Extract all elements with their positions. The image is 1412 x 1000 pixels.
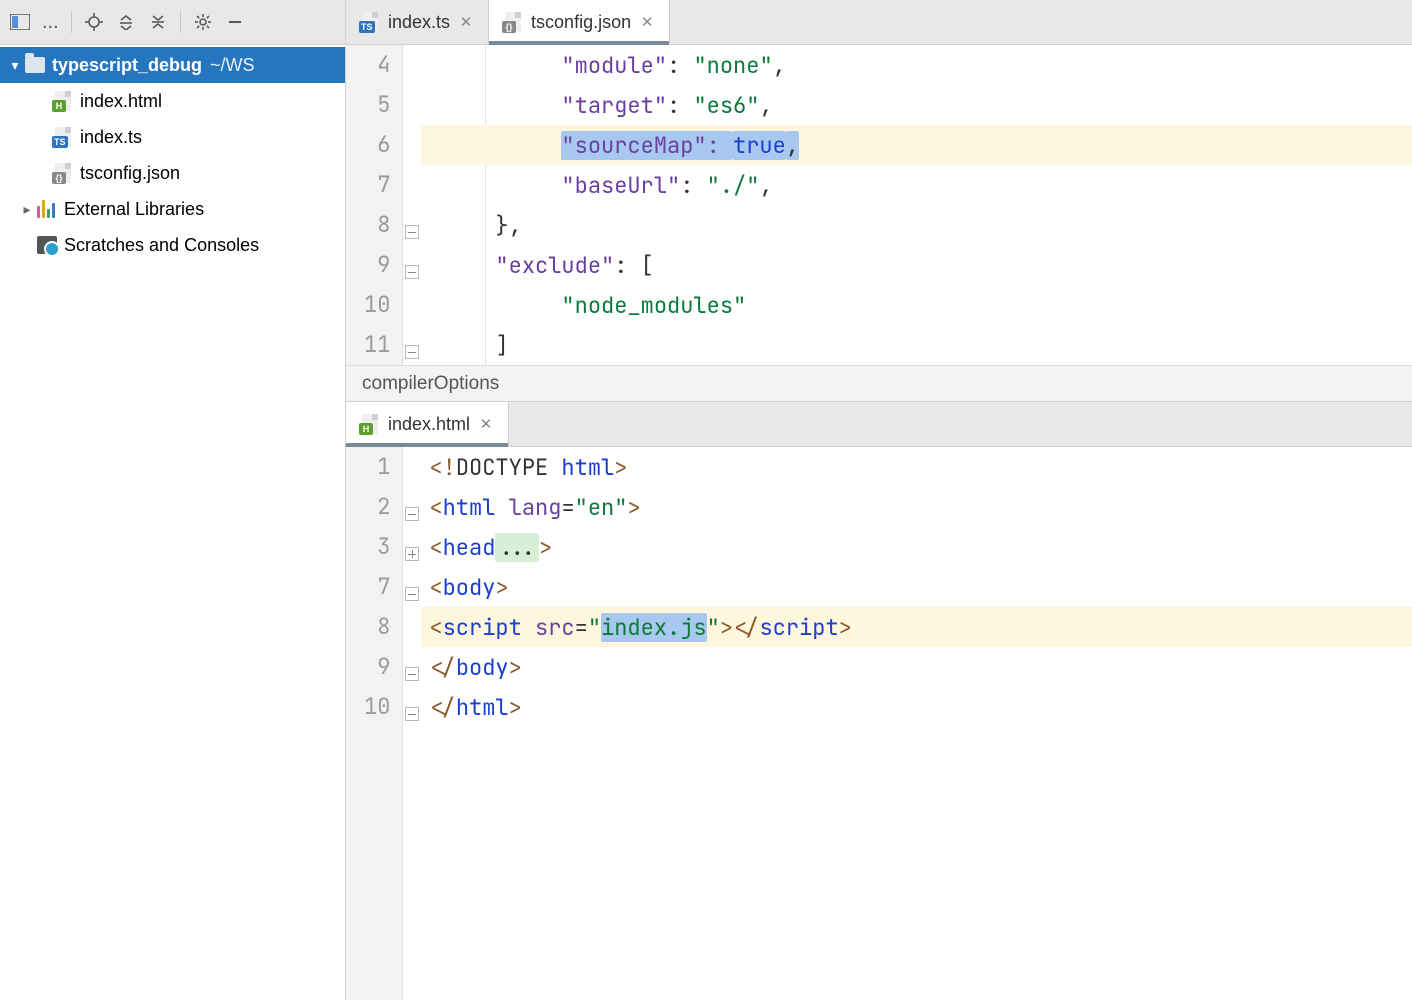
line-number: 8 — [364, 205, 390, 245]
code-editor-bottom[interactable]: 12378910 <!DOCTYPE html> <html lang="en">… — [346, 447, 1412, 1000]
fold-toggle-icon[interactable] — [405, 667, 419, 681]
line-number: 9 — [364, 647, 390, 687]
project-view-icon[interactable] — [6, 8, 34, 36]
gutter: 4567891011 — [346, 45, 403, 365]
more-dots[interactable]: ... — [38, 11, 63, 34]
editor-tabs-top: TS index.ts ✕ {} tsconfig.json ✕ — [346, 0, 1412, 45]
code-line[interactable]: "sourceMap": true, — [421, 131, 799, 160]
code-line[interactable]: <script src="index.js"></script> — [421, 613, 851, 642]
chevron-right-icon[interactable]: ▸ — [18, 201, 36, 218]
expand-all-icon[interactable] — [112, 8, 140, 36]
project-path: ~/WS — [210, 55, 255, 76]
ts-file-icon: TS — [360, 12, 380, 32]
close-icon[interactable]: ✕ — [458, 14, 474, 30]
tree-item-label: index.ts — [80, 127, 142, 148]
fold-column[interactable] — [403, 45, 421, 365]
tree-item-label: External Libraries — [64, 199, 204, 220]
code-line[interactable]: <body> — [421, 573, 508, 602]
line-number: 7 — [364, 567, 390, 607]
code-line[interactable]: ] — [421, 331, 508, 360]
close-icon[interactable]: ✕ — [478, 416, 494, 432]
toolbar-separator — [71, 11, 72, 33]
line-number: 6 — [364, 125, 390, 165]
editor-pane-bottom: H index.html ✕ 12378910 <!DOCTYPE html><… — [346, 401, 1412, 1000]
html-file-icon: H — [53, 91, 73, 111]
tab-label: index.html — [388, 414, 470, 435]
code-lines[interactable]: "module": "none", "target": "es6", "sour… — [421, 45, 1412, 365]
project-sidebar: ... ▾ typescript_debug — [0, 0, 346, 1000]
sidebar-toolbar: ... — [0, 0, 345, 45]
json-file-icon: {} — [503, 12, 523, 32]
line-number: 7 — [364, 165, 390, 205]
code-line[interactable]: <html lang="en"> — [421, 493, 640, 522]
tab-label: tsconfig.json — [531, 12, 631, 33]
collapse-all-icon[interactable] — [144, 8, 172, 36]
code-line[interactable]: "baseUrl": "./", — [421, 171, 772, 200]
editor-tab[interactable]: TS index.ts ✕ — [346, 0, 489, 44]
code-line[interactable]: "exclude": [ — [421, 251, 653, 280]
fold-toggle-icon[interactable] — [405, 507, 419, 521]
folder-icon — [24, 54, 46, 76]
fold-toggle-icon[interactable] — [405, 225, 419, 239]
toolbar-separator — [180, 11, 181, 33]
fold-column[interactable] — [403, 447, 421, 1000]
line-number: 10 — [364, 285, 390, 325]
fold-toggle-icon[interactable] — [405, 345, 419, 359]
gutter: 12378910 — [346, 447, 403, 1000]
tree-item-label: tsconfig.json — [80, 163, 180, 184]
code-lines[interactable]: <!DOCTYPE html> <html lang="en"> <head...>… — [421, 447, 1412, 1000]
line-number: 1 — [364, 447, 390, 487]
hide-icon[interactable] — [221, 8, 249, 36]
main-area: ... ▾ typescript_debug — [0, 0, 1412, 1000]
editor-tab[interactable]: {} tsconfig.json ✕ — [489, 0, 670, 44]
project-tree[interactable]: ▾ typescript_debug ~/WS H index.html TS … — [0, 45, 345, 1000]
scratches-consoles[interactable]: Scratches and Consoles — [0, 227, 345, 263]
line-number: 2 — [364, 487, 390, 527]
code-line[interactable]: "node_modules" — [421, 291, 746, 320]
json-file-icon: {} — [53, 163, 73, 183]
breadcrumb[interactable]: compilerOptions — [346, 365, 1412, 401]
locate-icon[interactable] — [80, 8, 108, 36]
ts-file-icon: TS — [53, 127, 73, 147]
line-number: 11 — [364, 325, 390, 365]
close-icon[interactable]: ✕ — [639, 14, 655, 30]
tree-item-label: Scratches and Consoles — [64, 235, 259, 256]
tree-file[interactable]: TS index.ts — [0, 119, 345, 155]
editor-area: TS index.ts ✕ {} tsconfig.json ✕ 4567891… — [346, 0, 1412, 1000]
html-file-icon: H — [360, 414, 380, 434]
scratch-icon — [36, 234, 58, 256]
tree-item-label: index.html — [80, 91, 162, 112]
line-number: 10 — [364, 687, 390, 727]
fold-toggle-icon[interactable] — [405, 547, 419, 561]
code-editor-top[interactable]: 4567891011 "module": "none", "target": "… — [346, 45, 1412, 365]
code-line[interactable]: </html> — [421, 693, 521, 722]
tree-file[interactable]: {} tsconfig.json — [0, 155, 345, 191]
line-number: 3 — [364, 527, 390, 567]
code-line[interactable]: }, — [421, 211, 521, 240]
code-line[interactable]: "target": "es6", — [421, 91, 772, 120]
code-line[interactable]: </body> — [421, 653, 521, 682]
fold-toggle-icon[interactable] — [405, 265, 419, 279]
fold-toggle-icon[interactable] — [405, 707, 419, 721]
line-number: 9 — [364, 245, 390, 285]
tree-file[interactable]: H index.html — [0, 83, 345, 119]
gear-icon[interactable] — [189, 8, 217, 36]
code-line[interactable]: <head...> — [421, 533, 552, 562]
line-number: 4 — [364, 45, 390, 85]
project-name: typescript_debug — [52, 55, 202, 76]
line-number: 5 — [364, 85, 390, 125]
library-icon — [36, 198, 58, 220]
breadcrumb-item[interactable]: compilerOptions — [362, 373, 499, 395]
chevron-down-icon[interactable]: ▾ — [6, 57, 24, 74]
line-number: 8 — [364, 607, 390, 647]
tree-root[interactable]: ▾ typescript_debug ~/WS — [0, 47, 345, 83]
editor-tabs-bottom: H index.html ✕ — [346, 402, 1412, 447]
fold-toggle-icon[interactable] — [405, 587, 419, 601]
editor-pane-top: TS index.ts ✕ {} tsconfig.json ✕ 4567891… — [346, 0, 1412, 401]
code-line[interactable]: <!DOCTYPE html> — [421, 453, 627, 482]
editor-tab[interactable]: H index.html ✕ — [346, 402, 509, 446]
code-line[interactable]: "module": "none", — [421, 51, 785, 80]
tab-label: index.ts — [388, 12, 450, 33]
external-libraries[interactable]: ▸ External Libraries — [0, 191, 345, 227]
